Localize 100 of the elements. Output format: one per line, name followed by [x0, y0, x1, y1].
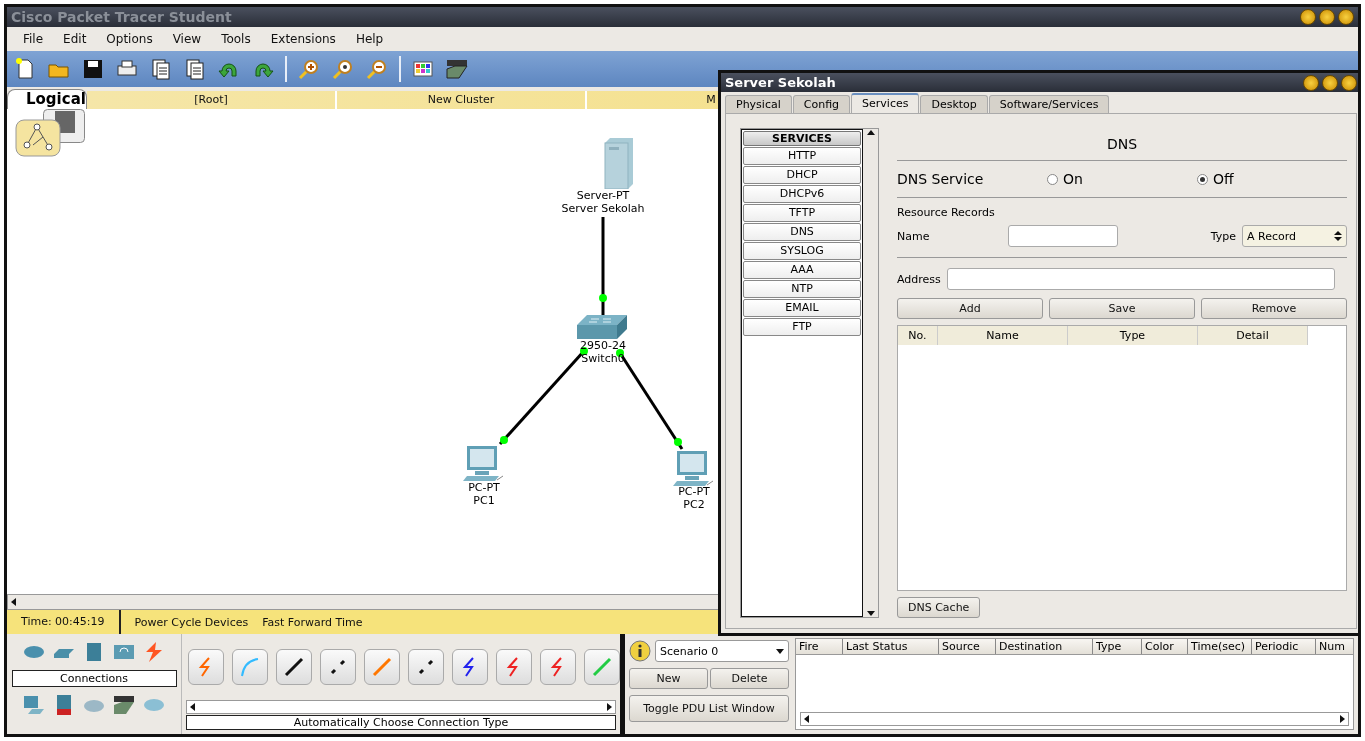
- zoom-out-icon[interactable]: [365, 57, 389, 81]
- arrow-icon[interactable]: [866, 609, 875, 617]
- status-button[interactable]: Fast Forward Time: [248, 615, 363, 629]
- service-item[interactable]: NTP: [743, 280, 861, 298]
- dns-cache-button[interactable]: DNS Cache: [897, 597, 981, 618]
- floppy-icon[interactable]: [81, 57, 105, 81]
- arrow-icon[interactable]: [189, 703, 197, 711]
- action-button[interactable]: Add: [897, 298, 1043, 319]
- arrow-icon[interactable]: [1338, 715, 1346, 723]
- vertical-scrollbar[interactable]: [863, 129, 878, 617]
- scenario-button[interactable]: New: [629, 668, 708, 689]
- dialog-tab[interactable]: Config: [792, 95, 851, 113]
- device-label: PC-PT PC1: [468, 481, 500, 507]
- logical-view-icon[interactable]: [15, 119, 61, 157]
- radio-button[interactable]: [1047, 173, 1058, 185]
- column-header[interactable]: Num: [1316, 639, 1353, 654]
- column-header[interactable]: Fire: [796, 639, 843, 654]
- service-item[interactable]: SYSLOG: [743, 242, 861, 260]
- cable-button[interactable]: [452, 649, 488, 685]
- service-item[interactable]: AAA: [743, 261, 861, 279]
- type-dropdown[interactable]: A Record: [1242, 225, 1347, 247]
- switch-icon: [577, 315, 627, 339]
- field-label: Type: [1210, 229, 1236, 243]
- horizontal-scrollbar[interactable]: [800, 712, 1349, 726]
- dialog-tab[interactable]: Physical: [725, 95, 792, 113]
- zoom-reset-icon[interactable]: [331, 57, 355, 81]
- menu-item[interactable]: Tools: [211, 32, 261, 46]
- server-icon: [603, 137, 635, 189]
- column-header[interactable]: Time(sec): [1188, 639, 1252, 654]
- menu-item[interactable]: Options: [96, 32, 163, 46]
- column-header[interactable]: Type: [1093, 639, 1142, 654]
- menu-item[interactable]: Extensions: [260, 32, 346, 46]
- device-label: PC-PT PC2: [678, 485, 710, 511]
- computer-icon[interactable]: [22, 693, 46, 717]
- column-header[interactable]: Name: [938, 326, 1068, 345]
- service-item[interactable]: FTP: [743, 318, 861, 336]
- menu-item[interactable]: File: [13, 32, 54, 46]
- arrow-icon[interactable]: [776, 647, 784, 655]
- action-button[interactable]: Save: [1049, 298, 1195, 319]
- arrow-icon[interactable]: [866, 129, 875, 137]
- menu-item[interactable]: Help: [345, 32, 394, 46]
- field-label: DNS Service: [897, 171, 985, 187]
- device-icon[interactable]: [112, 693, 136, 717]
- field-label: Name: [897, 229, 931, 243]
- menu-item[interactable]: Edit: [53, 32, 97, 46]
- scenario-dropdown[interactable]: Scenario 0: [655, 640, 789, 662]
- dialog-tab[interactable]: Services: [851, 93, 920, 113]
- computer-icon: [671, 449, 715, 489]
- radio-label: On: [1063, 171, 1083, 187]
- device-icon[interactable]: [445, 57, 469, 81]
- horizontal-scrollbar[interactable]: [186, 700, 616, 714]
- column-header[interactable]: Color: [1142, 639, 1188, 654]
- zoom-in-icon[interactable]: [297, 57, 321, 81]
- service-item[interactable]: HTTP: [743, 147, 861, 165]
- address-field[interactable]: [947, 268, 1335, 290]
- service-item[interactable]: DHCP: [743, 166, 861, 184]
- column-header[interactable]: Source: [939, 639, 996, 654]
- column-header[interactable]: Type: [1068, 326, 1198, 345]
- close-button[interactable]: [1341, 74, 1357, 91]
- service-item[interactable]: DNS: [743, 223, 861, 241]
- column-header[interactable]: Destination: [996, 639, 1093, 654]
- section-title: DNS: [897, 128, 1347, 161]
- service-item[interactable]: EMAIL: [743, 299, 861, 317]
- column-header[interactable]: Last Status: [843, 639, 939, 654]
- radio-button[interactable]: [1197, 173, 1208, 185]
- dialog-title: Server Sekolah: [725, 75, 836, 90]
- service-item[interactable]: TFTP: [743, 204, 861, 222]
- column-header[interactable]: No.: [898, 326, 938, 345]
- arrow-icon[interactable]: [605, 703, 613, 711]
- arrow-icon[interactable]: [10, 598, 18, 606]
- arrow-icon[interactable]: [803, 715, 811, 723]
- cable-button[interactable]: [276, 649, 312, 685]
- dialog-tab[interactable]: Software/Services: [988, 95, 1110, 113]
- window-title: Cisco Packet Tracer Student: [11, 9, 232, 25]
- minimize-button[interactable]: [1303, 74, 1319, 91]
- scenario-button[interactable]: Delete: [710, 668, 789, 689]
- toggle-pdu-button[interactable]: Toggle PDU List Window: [629, 695, 789, 722]
- close-button[interactable]: [1338, 9, 1354, 25]
- column-header[interactable]: Detail: [1198, 326, 1308, 345]
- column-header[interactable]: Periodic: [1252, 639, 1316, 654]
- section-label: Resource Records: [897, 206, 995, 219]
- computer-icon: [461, 444, 505, 484]
- logical-tab[interactable]: Logical: [7, 89, 87, 109]
- device-label: 2950-24 Switch0: [580, 339, 626, 365]
- documents-icon[interactable]: [183, 57, 207, 81]
- maximize-button[interactable]: [1319, 9, 1335, 25]
- info-icon: [629, 640, 651, 662]
- services-heading: SERVICES: [743, 131, 861, 146]
- dialog-tab[interactable]: Desktop: [920, 95, 988, 113]
- documents-icon[interactable]: [149, 57, 173, 81]
- field-label: Address: [897, 272, 942, 286]
- name-field[interactable]: [1008, 225, 1118, 247]
- action-button[interactable]: Remove: [1201, 298, 1347, 319]
- minimize-button[interactable]: [1300, 9, 1316, 25]
- service-item[interactable]: DHCPv6: [743, 185, 861, 203]
- menu-item[interactable]: View: [162, 32, 212, 46]
- cable-icon: [282, 655, 306, 679]
- spinner-icon[interactable]: [1334, 230, 1342, 242]
- status-button[interactable]: Power Cycle Devices: [120, 615, 249, 629]
- maximize-button[interactable]: [1322, 74, 1338, 91]
